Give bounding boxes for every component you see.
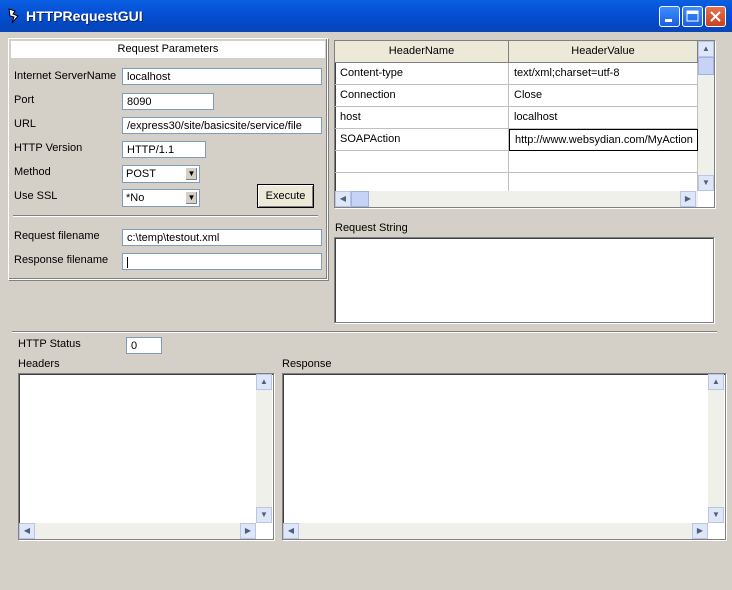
- http-status-label: HTTP Status: [18, 338, 81, 350]
- scroll-thumb[interactable]: [698, 57, 714, 75]
- scroll-left-icon[interactable]: ◀: [283, 523, 299, 539]
- scroll-down-icon[interactable]: ▼: [256, 507, 272, 523]
- grid-cell-value[interactable]: text/xml;charset=utf-8: [509, 63, 698, 85]
- grid-cell-name[interactable]: [335, 151, 509, 173]
- request-filename-label: Request filename: [14, 230, 100, 242]
- scroll-down-icon[interactable]: ▼: [698, 175, 714, 191]
- grid-cell-value[interactable]: localhost: [509, 107, 698, 129]
- app-icon: [8, 8, 19, 24]
- grid-vertical-scrollbar[interactable]: ▲ ▼: [698, 41, 714, 191]
- minimize-button[interactable]: [659, 6, 680, 27]
- request-parameters-heading: Request Parameters: [11, 41, 325, 58]
- url-field[interactable]: /express30/site/basicsite/service/file: [122, 117, 322, 134]
- chevron-down-icon[interactable]: ▼: [185, 167, 198, 181]
- response-label: Response: [282, 358, 332, 370]
- maximize-icon: [686, 10, 699, 22]
- url-label: URL: [14, 118, 37, 130]
- response-filename-field[interactable]: [122, 253, 322, 270]
- divider: [12, 331, 717, 333]
- headers-vertical-scrollbar[interactable]: ▲ ▼: [256, 374, 272, 523]
- http-version-label: HTTP Version: [14, 142, 83, 154]
- http-version-field[interactable]: HTTP/1.1: [122, 141, 206, 158]
- minimize-icon: [665, 19, 672, 22]
- response-vertical-scrollbar[interactable]: ▲ ▼: [708, 374, 724, 523]
- method-select[interactable]: POST ▼: [122, 165, 200, 183]
- grid-cell-value[interactable]: Close: [509, 85, 698, 107]
- scroll-right-icon[interactable]: ▶: [692, 523, 708, 539]
- request-filename-field[interactable]: c:\temp\testout.xml: [122, 229, 322, 246]
- scroll-left-icon[interactable]: ◀: [19, 523, 35, 539]
- response-horizontal-scrollbar[interactable]: ◀ ▶: [283, 523, 708, 539]
- response-textarea[interactable]: ▲ ▼ ◀ ▶: [282, 373, 726, 540]
- maximize-button[interactable]: [682, 6, 703, 27]
- scroll-down-icon[interactable]: ▼: [708, 507, 724, 523]
- use-ssl-select[interactable]: *No ▼: [122, 189, 200, 207]
- grid-horizontal-scrollbar[interactable]: ◀ ▶: [335, 191, 698, 207]
- port-field[interactable]: 8090: [122, 93, 214, 110]
- scroll-up-icon[interactable]: ▲: [698, 41, 714, 57]
- title-bar[interactable]: HTTPRequestGUI: [0, 0, 732, 32]
- scroll-right-icon[interactable]: ▶: [680, 191, 696, 207]
- divider: [13, 215, 318, 217]
- close-icon: [710, 11, 721, 22]
- server-name-field[interactable]: localhost: [122, 68, 322, 85]
- request-string-textarea[interactable]: [334, 237, 714, 323]
- grid-cell-value-editing[interactable]: http://www.websydian.com/MyAction: [509, 129, 698, 151]
- use-ssl-select-value: *No: [126, 192, 145, 204]
- port-label: Port: [14, 94, 35, 106]
- text-caret: [127, 256, 128, 268]
- window-title: HTTPRequestGUI: [26, 8, 143, 24]
- response-filename-label: Response filename: [14, 254, 109, 266]
- headers-textarea[interactable]: ▲ ▼ ◀ ▶: [18, 373, 274, 540]
- scroll-thumb[interactable]: [351, 191, 369, 207]
- use-ssl-label: Use SSL: [14, 190, 58, 202]
- grid-cell-name[interactable]: Content-type: [335, 63, 509, 85]
- grid-cell-name[interactable]: SOAPAction: [335, 129, 509, 151]
- column-header-name[interactable]: HeaderName: [335, 41, 509, 63]
- server-name-label: Internet ServerName: [14, 70, 117, 82]
- close-button[interactable]: [705, 6, 726, 27]
- headers-label: Headers: [18, 358, 60, 370]
- column-header-value[interactable]: HeaderValue: [509, 41, 698, 63]
- scroll-up-icon[interactable]: ▲: [256, 374, 272, 390]
- scroll-up-icon[interactable]: ▲: [708, 374, 724, 390]
- method-select-value: POST: [126, 168, 156, 180]
- scroll-left-icon[interactable]: ◀: [335, 191, 351, 207]
- execute-button[interactable]: Execute: [257, 184, 314, 208]
- method-label: Method: [14, 166, 51, 178]
- http-status-field[interactable]: 0: [126, 337, 162, 354]
- grid-cell-name[interactable]: host: [335, 107, 509, 129]
- request-string-label: Request String: [335, 222, 408, 234]
- header-grid[interactable]: HeaderName HeaderValue Content-type text…: [334, 40, 715, 208]
- app-window: HTTPRequestGUI Request Parameters Intern…: [0, 0, 732, 590]
- headers-horizontal-scrollbar[interactable]: ◀ ▶: [19, 523, 256, 539]
- grid-cell-name[interactable]: Connection: [335, 85, 509, 107]
- scroll-right-icon[interactable]: ▶: [240, 523, 256, 539]
- chevron-down-icon[interactable]: ▼: [185, 191, 198, 205]
- grid-cell-value[interactable]: [509, 151, 698, 173]
